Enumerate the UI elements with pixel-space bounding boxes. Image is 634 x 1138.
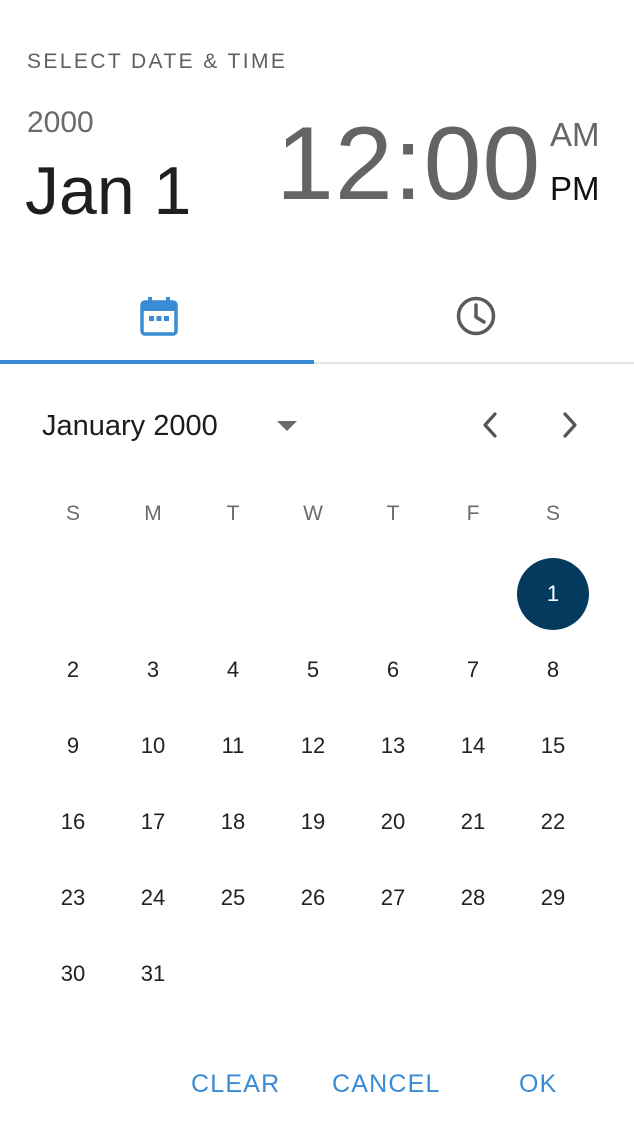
day-button[interactable]: 30 <box>37 938 109 1010</box>
day-button[interactable]: 14 <box>437 710 509 782</box>
day-button[interactable]: 25 <box>197 862 269 934</box>
day-button[interactable]: 20 <box>357 786 429 858</box>
selected-day-button[interactable]: 1 <box>517 558 589 630</box>
day-button[interactable]: 10 <box>117 710 189 782</box>
day-button[interactable]: 26 <box>277 862 349 934</box>
time-display[interactable]: 12:00 <box>276 112 541 216</box>
header-label: SELECT DATE & TIME <box>27 50 288 73</box>
weekday-label: W <box>303 502 323 525</box>
day-button[interactable]: 23 <box>37 862 109 934</box>
day-button[interactable]: 2 <box>37 634 109 706</box>
weekday-label: T <box>386 502 400 525</box>
previous-month-button[interactable] <box>470 404 510 450</box>
tab-indicator <box>0 360 314 364</box>
day-button[interactable]: 28 <box>437 862 509 934</box>
day-button[interactable]: 19 <box>277 786 349 858</box>
tab-time[interactable] <box>317 276 634 360</box>
day-button[interactable]: 9 <box>37 710 109 782</box>
weekday-label: S <box>65 502 80 525</box>
day-button[interactable]: 29 <box>517 862 589 934</box>
day-button[interactable]: 24 <box>117 862 189 934</box>
chevron-right-icon <box>562 411 578 443</box>
day-button[interactable]: 3 <box>117 634 189 706</box>
am-toggle[interactable]: AM <box>550 116 600 154</box>
caret-down-icon <box>276 419 298 437</box>
day-button[interactable]: 18 <box>197 786 269 858</box>
chevron-left-icon <box>482 411 498 443</box>
day-button[interactable]: 5 <box>277 634 349 706</box>
day-button[interactable]: 16 <box>37 786 109 858</box>
day-button[interactable]: 11 <box>197 710 269 782</box>
next-month-button[interactable] <box>550 404 590 450</box>
weekday-label: F <box>466 502 480 525</box>
weekday-label: S <box>545 502 560 525</box>
clock-icon <box>455 295 497 342</box>
clear-button[interactable]: CLEAR <box>191 1070 280 1099</box>
month-label: January 2000 <box>42 410 218 442</box>
day-button[interactable]: 27 <box>357 862 429 934</box>
day-button[interactable]: 22 <box>517 786 589 858</box>
ok-button[interactable]: OK <box>519 1070 558 1099</box>
day-button[interactable]: 7 <box>437 634 509 706</box>
day-button[interactable]: 15 <box>517 710 589 782</box>
day-button[interactable]: 17 <box>117 786 189 858</box>
day-button[interactable]: 31 <box>117 938 189 1010</box>
day-button[interactable]: 6 <box>357 634 429 706</box>
date-display[interactable]: Jan 1 <box>25 152 191 230</box>
day-button[interactable]: 8 <box>517 634 589 706</box>
year-display[interactable]: 2000 <box>27 106 94 140</box>
month-dropdown-button[interactable] <box>274 418 300 438</box>
pm-toggle[interactable]: PM <box>550 170 600 208</box>
calendar-icon <box>139 296 178 341</box>
tab-date[interactable] <box>0 276 317 360</box>
day-button[interactable]: 12 <box>277 710 349 782</box>
day-button[interactable]: 13 <box>357 710 429 782</box>
cancel-button[interactable]: CANCEL <box>332 1070 441 1099</box>
day-button[interactable]: 21 <box>437 786 509 858</box>
weekday-label: T <box>226 502 240 525</box>
day-button[interactable]: 4 <box>197 634 269 706</box>
tab-bar <box>0 276 634 364</box>
weekday-label: M <box>144 502 162 525</box>
